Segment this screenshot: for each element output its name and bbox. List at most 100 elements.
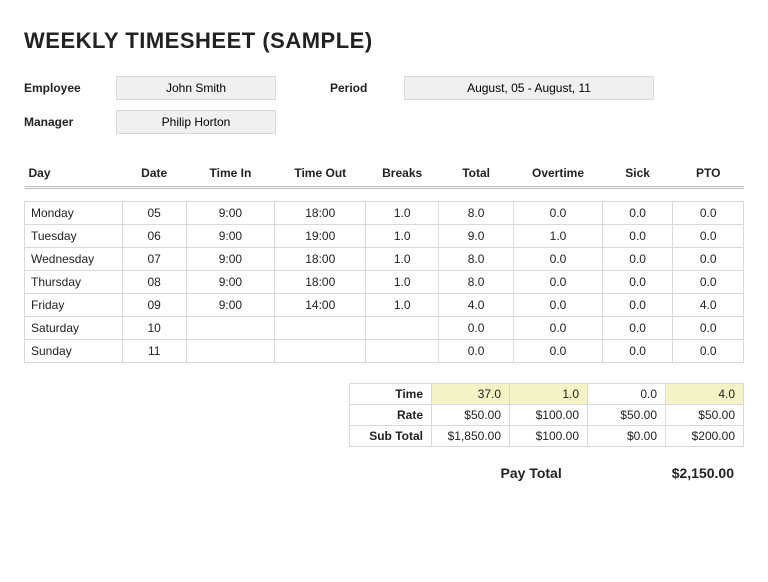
cell-breaks[interactable]: 1.0 bbox=[366, 248, 439, 271]
cell-overtime[interactable]: 0.0 bbox=[514, 271, 603, 294]
cell-breaks[interactable] bbox=[366, 317, 439, 340]
summary-rate-label: Rate bbox=[350, 405, 432, 426]
cell-date[interactable]: 10 bbox=[122, 317, 186, 340]
cell-time_in[interactable]: 9:00 bbox=[186, 225, 275, 248]
col-overtime: Overtime bbox=[514, 160, 603, 188]
summary-time-row: Time 37.0 1.0 0.0 4.0 bbox=[350, 384, 744, 405]
pay-total-value: $2,150.00 bbox=[672, 465, 734, 481]
cell-sick[interactable]: 0.0 bbox=[602, 294, 673, 317]
summary-rate-total: $50.00 bbox=[432, 405, 510, 426]
cell-day[interactable]: Friday bbox=[25, 294, 123, 317]
cell-day[interactable]: Sunday bbox=[25, 340, 123, 363]
cell-time_in[interactable]: 9:00 bbox=[186, 202, 275, 225]
col-day: Day bbox=[25, 160, 123, 188]
summary-rate-sick: $50.00 bbox=[588, 405, 666, 426]
table-row: Wednesday079:0018:001.08.00.00.00.0 bbox=[25, 248, 744, 271]
cell-overtime[interactable]: 0.0 bbox=[514, 248, 603, 271]
cell-total[interactable]: 0.0 bbox=[439, 317, 514, 340]
cell-breaks[interactable]: 1.0 bbox=[366, 294, 439, 317]
cell-overtime[interactable]: 0.0 bbox=[514, 202, 603, 225]
cell-overtime[interactable]: 0.0 bbox=[514, 317, 603, 340]
summary-subtotal-total: $1,850.00 bbox=[432, 426, 510, 447]
summary-rate-row: Rate $50.00 $100.00 $50.00 $50.00 bbox=[350, 405, 744, 426]
cell-sick[interactable]: 0.0 bbox=[602, 271, 673, 294]
cell-pto[interactable]: 0.0 bbox=[673, 202, 744, 225]
summary-subtotal-pto: $200.00 bbox=[666, 426, 744, 447]
cell-time_out[interactable]: 18:00 bbox=[275, 202, 366, 225]
cell-breaks[interactable]: 1.0 bbox=[366, 271, 439, 294]
period-field[interactable] bbox=[404, 76, 654, 100]
cell-date[interactable]: 11 bbox=[122, 340, 186, 363]
summary-rate-pto: $50.00 bbox=[666, 405, 744, 426]
cell-time_in[interactable] bbox=[186, 340, 275, 363]
cell-day[interactable]: Tuesday bbox=[25, 225, 123, 248]
cell-date[interactable]: 08 bbox=[122, 271, 186, 294]
cell-sick[interactable]: 0.0 bbox=[602, 317, 673, 340]
period-label: Period bbox=[330, 81, 390, 95]
table-row: Friday099:0014:001.04.00.00.04.0 bbox=[25, 294, 744, 317]
summary-subtotal-overtime: $100.00 bbox=[510, 426, 588, 447]
cell-day[interactable]: Saturday bbox=[25, 317, 123, 340]
summary-subtotal-label: Sub Total bbox=[350, 426, 432, 447]
cell-time_in[interactable] bbox=[186, 317, 275, 340]
cell-overtime[interactable]: 0.0 bbox=[514, 294, 603, 317]
cell-date[interactable]: 07 bbox=[122, 248, 186, 271]
cell-pto[interactable]: 0.0 bbox=[673, 225, 744, 248]
cell-time_out[interactable]: 18:00 bbox=[275, 248, 366, 271]
table-row: Thursday089:0018:001.08.00.00.00.0 bbox=[25, 271, 744, 294]
cell-time_out[interactable] bbox=[275, 340, 366, 363]
cell-day[interactable]: Monday bbox=[25, 202, 123, 225]
col-total: Total bbox=[439, 160, 514, 188]
cell-breaks[interactable] bbox=[366, 340, 439, 363]
cell-pto[interactable]: 0.0 bbox=[673, 317, 744, 340]
employee-row: Employee Period bbox=[24, 76, 744, 100]
cell-time_in[interactable]: 9:00 bbox=[186, 271, 275, 294]
cell-sick[interactable]: 0.0 bbox=[602, 225, 673, 248]
table-row: Monday059:0018:001.08.00.00.00.0 bbox=[25, 202, 744, 225]
col-breaks: Breaks bbox=[366, 160, 439, 188]
cell-time_out[interactable] bbox=[275, 317, 366, 340]
cell-time_out[interactable]: 14:00 bbox=[275, 294, 366, 317]
summary-subtotal-row: Sub Total $1,850.00 $100.00 $0.00 $200.0… bbox=[350, 426, 744, 447]
cell-date[interactable]: 06 bbox=[122, 225, 186, 248]
summary-rate-overtime: $100.00 bbox=[510, 405, 588, 426]
cell-time_out[interactable]: 18:00 bbox=[275, 271, 366, 294]
cell-day[interactable]: Thursday bbox=[25, 271, 123, 294]
summary-time-total: 37.0 bbox=[432, 384, 510, 405]
cell-overtime[interactable]: 0.0 bbox=[514, 340, 603, 363]
cell-total[interactable]: 8.0 bbox=[439, 271, 514, 294]
summary-time-label: Time bbox=[350, 384, 432, 405]
manager-row: Manager bbox=[24, 110, 744, 134]
cell-breaks[interactable]: 1.0 bbox=[366, 202, 439, 225]
employee-field[interactable] bbox=[116, 76, 276, 100]
cell-pto[interactable]: 0.0 bbox=[673, 340, 744, 363]
cell-day[interactable]: Wednesday bbox=[25, 248, 123, 271]
table-row: Tuesday069:0019:001.09.01.00.00.0 bbox=[25, 225, 744, 248]
summary-time-pto: 4.0 bbox=[666, 384, 744, 405]
cell-sick[interactable]: 0.0 bbox=[602, 202, 673, 225]
cell-pto[interactable]: 0.0 bbox=[673, 271, 744, 294]
cell-sick[interactable]: 0.0 bbox=[602, 340, 673, 363]
timesheet-table: Day Date Time In Time Out Breaks Total O… bbox=[24, 160, 744, 363]
col-pto: PTO bbox=[673, 160, 744, 188]
col-date: Date bbox=[122, 160, 186, 188]
cell-date[interactable]: 05 bbox=[122, 202, 186, 225]
manager-field[interactable] bbox=[116, 110, 276, 134]
cell-time_out[interactable]: 19:00 bbox=[275, 225, 366, 248]
cell-sick[interactable]: 0.0 bbox=[602, 248, 673, 271]
cell-total[interactable]: 8.0 bbox=[439, 202, 514, 225]
cell-breaks[interactable]: 1.0 bbox=[366, 225, 439, 248]
cell-overtime[interactable]: 1.0 bbox=[514, 225, 603, 248]
cell-time_in[interactable]: 9:00 bbox=[186, 248, 275, 271]
cell-total[interactable]: 4.0 bbox=[439, 294, 514, 317]
cell-pto[interactable]: 4.0 bbox=[673, 294, 744, 317]
cell-total[interactable]: 0.0 bbox=[439, 340, 514, 363]
summary-table: Time 37.0 1.0 0.0 4.0 Rate $50.00 $100.0… bbox=[349, 383, 744, 447]
summary-time-overtime: 1.0 bbox=[510, 384, 588, 405]
cell-time_in[interactable]: 9:00 bbox=[186, 294, 275, 317]
cell-date[interactable]: 09 bbox=[122, 294, 186, 317]
cell-pto[interactable]: 0.0 bbox=[673, 248, 744, 271]
cell-total[interactable]: 8.0 bbox=[439, 248, 514, 271]
col-time-in: Time In bbox=[186, 160, 275, 188]
cell-total[interactable]: 9.0 bbox=[439, 225, 514, 248]
